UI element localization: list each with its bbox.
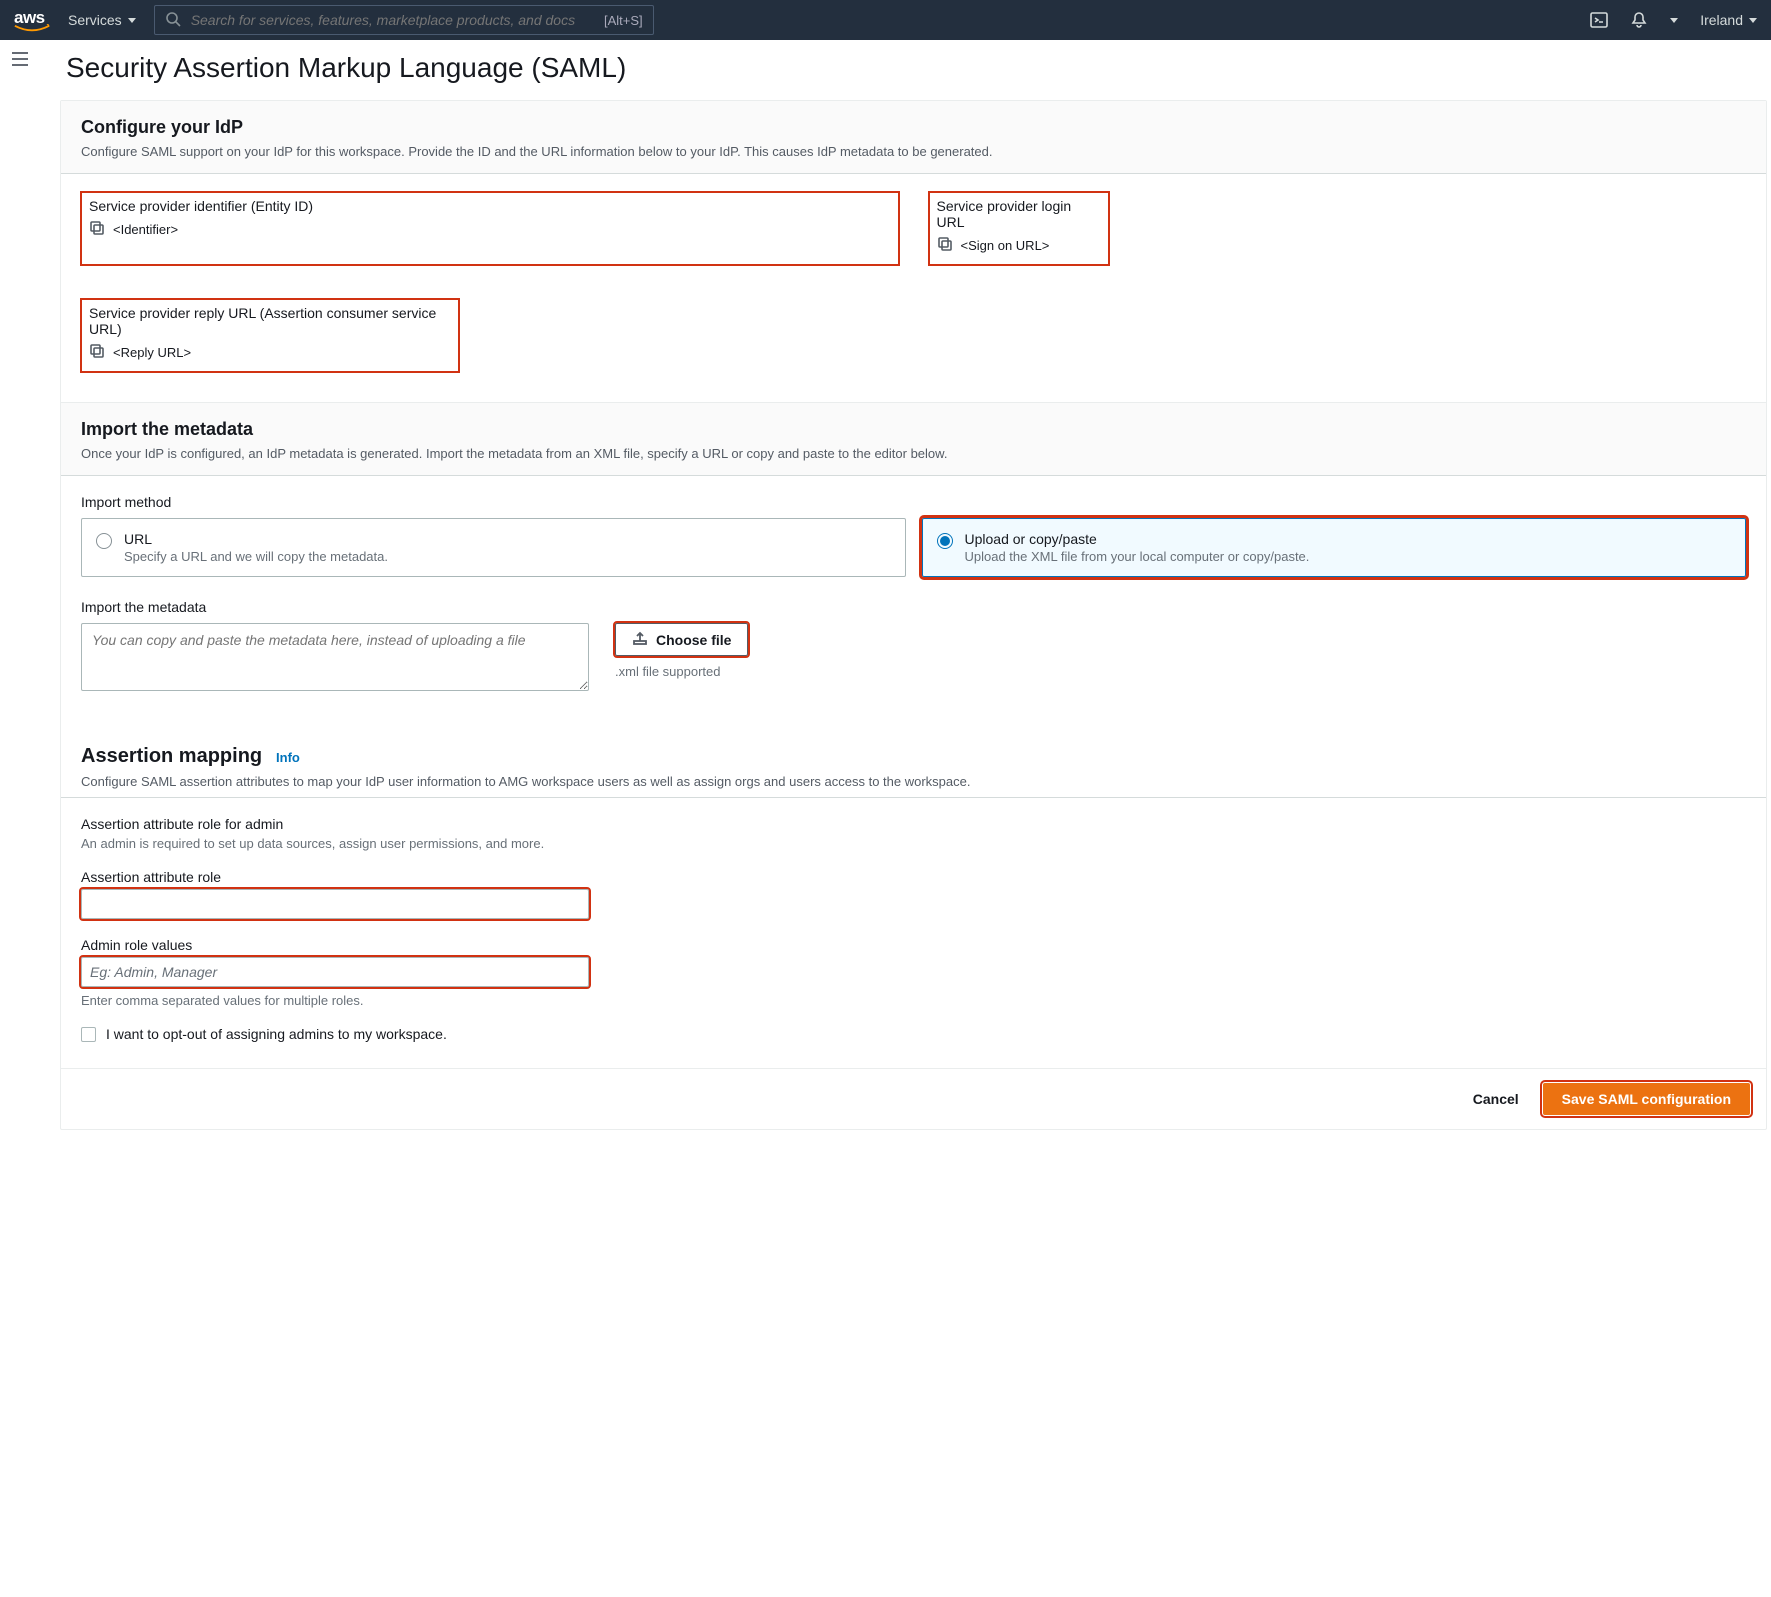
optout-label: I want to opt-out of assigning admins to… [106, 1026, 447, 1042]
import-url-title: URL [124, 531, 388, 547]
reply-url-value: <Reply URL> [113, 345, 191, 360]
copy-icon[interactable] [89, 220, 105, 239]
top-nav: aws Services [Alt+S] Ireland [0, 0, 1771, 40]
admin-role-desc: An admin is required to set up data sour… [81, 836, 1746, 851]
region-label: Ireland [1700, 12, 1743, 28]
entity-id-label: Service provider identifier (Entity ID) [89, 198, 891, 214]
import-method-upload[interactable]: Upload or copy/paste Upload the XML file… [922, 518, 1747, 577]
file-hint: .xml file supported [615, 664, 748, 679]
assertion-info-link[interactable]: Info [276, 750, 300, 765]
configure-subtext: Configure SAML support on your IdP for t… [81, 144, 1746, 159]
admin-values-label: Admin role values [81, 937, 1746, 953]
assertion-role-input[interactable] [81, 889, 589, 919]
copy-icon[interactable] [89, 343, 105, 362]
admin-values-input[interactable] [81, 957, 589, 987]
global-search[interactable]: [Alt+S] [154, 5, 654, 35]
configure-idp-panel: Configure your IdP Configure SAML suppor… [60, 100, 1767, 1130]
checkbox-icon[interactable] [81, 1027, 96, 1042]
aws-logo: aws [14, 9, 50, 32]
caret-down-icon [1749, 18, 1757, 23]
optout-row[interactable]: I want to opt-out of assigning admins to… [81, 1026, 1746, 1042]
assertion-heading: Assertion mapping [81, 745, 262, 767]
radio-icon [937, 533, 953, 549]
aws-smile-icon [14, 24, 50, 32]
login-url-label: Service provider login URL [937, 198, 1101, 230]
services-menu[interactable]: Services [68, 12, 136, 28]
configure-heading: Configure your IdP [81, 117, 1746, 138]
cloudshell-icon[interactable] [1590, 11, 1608, 29]
login-url-value: <Sign on URL> [961, 238, 1050, 253]
region-selector[interactable]: Ireland [1700, 12, 1757, 28]
entity-id-block: Service provider identifier (Entity ID) … [81, 192, 899, 265]
entity-id-value: <Identifier> [113, 222, 178, 237]
hamburger-icon[interactable] [11, 52, 29, 1130]
import-method-url[interactable]: URL Specify a URL and we will copy the m… [81, 518, 906, 577]
metadata-textarea[interactable] [81, 623, 589, 691]
save-saml-button[interactable]: Save SAML configuration [1543, 1083, 1750, 1115]
form-footer: Cancel Save SAML configuration [61, 1068, 1766, 1129]
import-upload-title: Upload or copy/paste [965, 531, 1310, 547]
admin-values-hint: Enter comma separated values for multipl… [81, 993, 1746, 1008]
copy-icon[interactable] [937, 236, 953, 255]
import-subtext: Once your IdP is configured, an IdP meta… [81, 446, 1746, 461]
reply-url-block: Service provider reply URL (Assertion co… [81, 299, 459, 372]
import-textarea-label: Import the metadata [81, 599, 1746, 615]
admin-role-label: Assertion attribute role for admin [81, 816, 1746, 832]
radio-icon [96, 533, 112, 549]
notifications-icon[interactable] [1630, 11, 1648, 29]
import-upload-desc: Upload the XML file from your local comp… [965, 549, 1310, 564]
reply-url-label: Service provider reply URL (Assertion co… [89, 305, 451, 337]
account-menu-caret-icon[interactable] [1670, 18, 1678, 23]
caret-down-icon [128, 18, 136, 23]
choose-file-label: Choose file [656, 632, 731, 648]
upload-icon [632, 630, 648, 649]
login-url-block: Service provider login URL <Sign on URL> [929, 192, 1109, 265]
left-rail [0, 40, 40, 1130]
import-url-desc: Specify a URL and we will copy the metad… [124, 549, 388, 564]
search-icon [165, 11, 181, 30]
assertion-subtext: Configure SAML assertion attributes to m… [81, 774, 1746, 789]
page-title: Security Assertion Markup Language (SAML… [66, 52, 1771, 84]
search-input[interactable] [191, 12, 594, 28]
import-heading: Import the metadata [81, 419, 1746, 440]
import-method-label: Import method [81, 494, 1746, 510]
choose-file-button[interactable]: Choose file [615, 623, 748, 656]
services-label: Services [68, 12, 122, 28]
assertion-role-label: Assertion attribute role [81, 869, 1746, 885]
search-shortcut: [Alt+S] [604, 13, 643, 28]
cancel-button[interactable]: Cancel [1469, 1085, 1523, 1113]
